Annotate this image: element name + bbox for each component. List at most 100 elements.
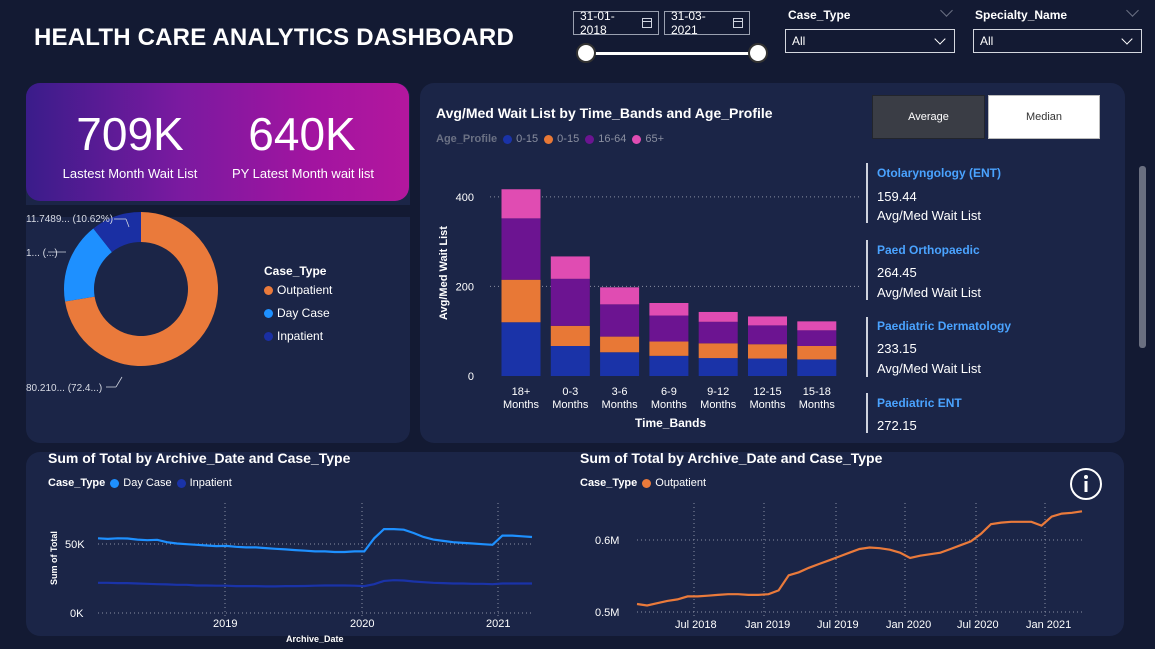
bar-segment[interactable] — [649, 355, 689, 376]
y-tick: 0K — [70, 608, 84, 620]
chevron-down-icon[interactable] — [940, 4, 953, 17]
bar-segment[interactable] — [649, 315, 689, 342]
y-tick: 0 — [468, 371, 474, 383]
average-button[interactable]: Average — [872, 95, 985, 139]
legend-item-0-15-a[interactable]: 0-15 — [503, 133, 538, 145]
end-date-input[interactable]: 31-03-2021 — [664, 9, 750, 37]
donut-label-outpatient: 80.210... (72.4...) — [26, 383, 102, 394]
bar-segment[interactable] — [698, 358, 738, 376]
kpi-py-label: PY Latest Month wait list — [231, 166, 375, 181]
bar-segment[interactable] — [748, 344, 787, 359]
right-line-chart-title: Sum of Total by Archive_Date and Case_Ty… — [580, 450, 883, 466]
cards-scrollbar[interactable] — [1139, 166, 1146, 348]
legend-item-inpatient[interactable]: Inpatient — [264, 329, 323, 343]
specialty-slicer-label: Specialty_Name — [975, 8, 1068, 22]
x-tick: Jul 2019 — [817, 619, 859, 631]
x-tick: 2019 — [213, 618, 237, 630]
wait-list-bar-chart: 020040018+Months0-3Months3-6Months6-9Mon… — [438, 189, 860, 430]
x-tick: Months — [700, 399, 737, 411]
x-tick: Jan 2019 — [745, 619, 790, 631]
legend-item-daycase[interactable]: Day Case — [264, 306, 330, 320]
calendar-icon[interactable] — [641, 18, 652, 28]
x-axis-label: Time_Bands — [635, 416, 706, 430]
case-type-dropdown-value: All — [792, 34, 806, 48]
legend-title: Case_Type — [48, 477, 106, 489]
bar-segment[interactable] — [600, 287, 640, 305]
kpi-py-value: 640K — [248, 108, 356, 160]
x-tick: Months — [503, 399, 540, 411]
bar-segment[interactable] — [550, 325, 590, 346]
kpi-latest-value: 709K — [76, 108, 184, 160]
bar-segment[interactable] — [698, 343, 738, 359]
legend-item-65-plus[interactable]: 65+ — [632, 133, 664, 145]
legend-item-outpatient[interactable]: Outpatient — [642, 477, 706, 489]
bar-segment[interactable] — [501, 322, 541, 376]
chevron-down-icon — [1121, 33, 1133, 45]
bar-segment[interactable] — [600, 304, 640, 337]
date-slider-track[interactable] — [586, 52, 758, 55]
x-tick: Months — [749, 399, 786, 411]
bar-segment[interactable] — [501, 189, 541, 219]
x-tick: Months — [602, 399, 639, 411]
donut-label-inpatient: 11.7489... (10.62%) — [26, 214, 113, 225]
case-type-dropdown[interactable]: All — [785, 29, 955, 53]
specialty-card-sub: Avg/Med Wait List — [877, 361, 982, 376]
y-axis-label: Avg/Med Wait List — [438, 226, 450, 320]
left-line-chart-title: Sum of Total by Archive_Date and Case_Ty… — [48, 450, 351, 466]
legend-item-outpatient[interactable]: Outpatient — [264, 283, 332, 297]
bar-segment[interactable] — [748, 358, 787, 376]
legend-dot — [264, 331, 273, 341]
kpi-card: 709K Lastest Month Wait List 640K PY Lat… — [26, 83, 409, 201]
series-line-day-case[interactable] — [97, 527, 533, 554]
bar-segment[interactable] — [748, 316, 787, 326]
legend-title: Age_Profile — [436, 133, 498, 145]
legend-dot — [264, 285, 273, 295]
series-line-inpatient[interactable] — [98, 579, 532, 588]
bar-segment[interactable] — [649, 303, 689, 316]
bar-segment[interactable] — [649, 341, 689, 356]
legend-item-daycase[interactable]: Day Case — [110, 477, 172, 489]
bar-segment[interactable] — [550, 345, 590, 376]
series-line-outpatient[interactable] — [636, 510, 1083, 607]
calendar-icon[interactable] — [732, 18, 743, 28]
bar-segment[interactable] — [550, 256, 590, 279]
x-tick: 6-9 — [661, 386, 677, 398]
bar-segment[interactable] — [600, 352, 640, 376]
specialty-dropdown[interactable]: All — [973, 29, 1142, 53]
case-type-slicer-label: Case_Type — [788, 8, 851, 22]
right-line-legend: Case_Type Outpatient — [580, 477, 706, 489]
chevron-down-icon[interactable] — [1126, 4, 1139, 17]
bar-segment[interactable] — [600, 336, 640, 353]
legend-item-0-15-b[interactable]: 0-15 — [544, 133, 579, 145]
left-line-legend: Case_Type Day Case Inpatient — [48, 477, 232, 489]
specialty-card-value: 272.15 — [877, 418, 917, 433]
date-slider-start-handle[interactable] — [576, 43, 596, 63]
bar-segment[interactable] — [501, 218, 541, 280]
start-date-value: 31-01-2018 — [580, 9, 615, 37]
bar-segment[interactable] — [748, 325, 787, 345]
bar-segment[interactable] — [550, 278, 590, 326]
bar-segment[interactable] — [797, 330, 837, 346]
bar-segment[interactable] — [797, 359, 837, 376]
specialty-card-title: Paed Orthopaedic — [877, 243, 980, 257]
legend-item-inpatient[interactable]: Inpatient — [176, 477, 232, 489]
x-tick: Months — [552, 399, 589, 411]
start-date-input[interactable]: 31-01-2018 — [573, 9, 659, 37]
bar-segment[interactable] — [797, 321, 837, 331]
date-slider-end-handle[interactable] — [748, 43, 768, 63]
bar-segment[interactable] — [797, 345, 837, 360]
x-tick: 2021 — [486, 618, 510, 630]
kpi-latest-label: Lastest Month Wait List — [62, 166, 198, 181]
bar-segment[interactable] — [698, 311, 738, 322]
page-title: HEALTH CARE ANALYTICS DASHBOARD — [34, 24, 514, 51]
x-tick: 15-18 — [803, 386, 831, 398]
chevron-down-icon — [934, 33, 946, 45]
bar-segment[interactable] — [698, 321, 738, 344]
end-date-value: 31-03-2021 — [671, 9, 706, 37]
specialty-card-value: 264.45 — [877, 265, 917, 280]
bar-segment[interactable] — [501, 279, 541, 323]
y-axis-label: Sum of Total — [49, 531, 59, 585]
median-button[interactable]: Median — [988, 95, 1100, 139]
legend-item-16-64[interactable]: 16-64 — [585, 133, 626, 145]
x-tick: 3-6 — [612, 386, 628, 398]
